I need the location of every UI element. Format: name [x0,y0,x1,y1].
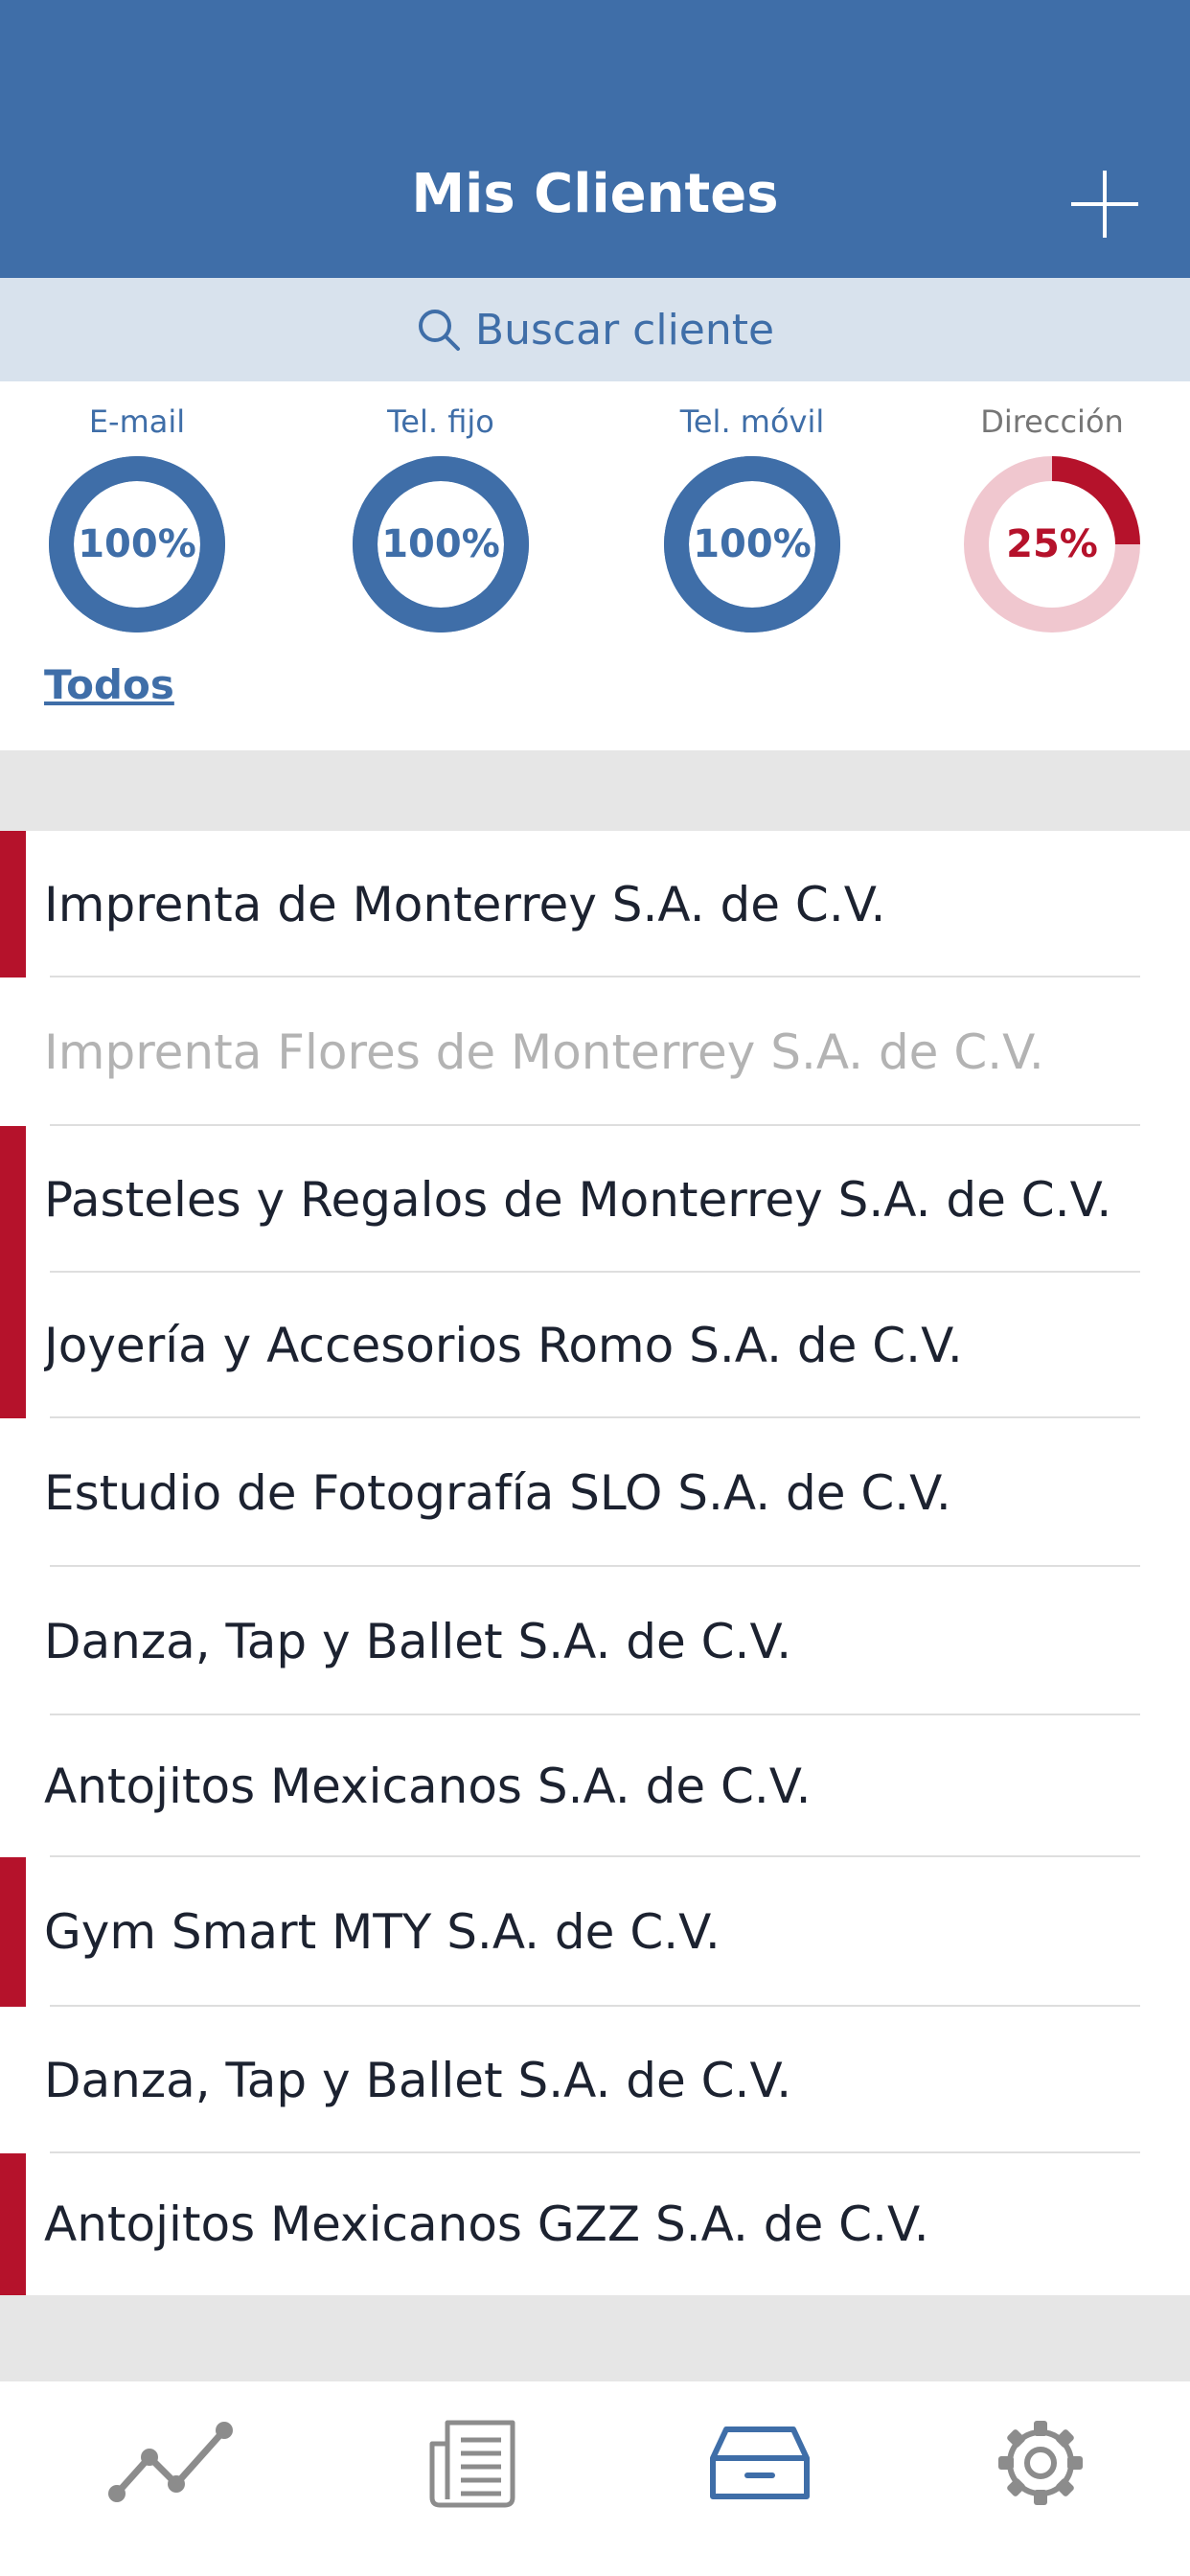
client-name: Estudio de Fotografía SLO S.A. de C.V. [44,1464,951,1521]
search-icon [418,310,460,351]
newspaper-icon [429,2420,515,2508]
stat-donut: 100% [664,456,840,632]
stat-label: E-mail [88,403,186,440]
client-row[interactable]: Gym Smart MTY S.A. de C.V. [0,1857,1190,2007]
stat-value: 100% [78,522,196,566]
client-row[interactable]: Antojitos Mexicanos S.A. de C.V. [0,1715,1190,1857]
client-name: Imprenta Flores de Monterrey S.A. de C.V… [44,1024,1044,1080]
search-input[interactable]: Buscar cliente [0,278,1190,381]
client-row[interactable]: Joyería y Accesorios Romo S.A. de C.V. [0,1273,1190,1418]
client-name: Danza, Tap y Ballet S.A. de C.V. [44,2052,792,2108]
client-row[interactable]: Imprenta de Monterrey S.A. de C.V. [0,831,1190,978]
client-row[interactable]: Estudio de Fotografía SLO S.A. de C.V. [0,1418,1190,1567]
gear-icon [998,2421,1083,2505]
stat-donut: 100% [49,456,225,632]
page-title: Mis Clientes [411,163,779,225]
client-name: Joyería y Accesorios Romo S.A. de C.V. [44,1318,963,1373]
alert-flag [0,1273,26,1418]
client-list: Imprenta de Monterrey S.A. de C.V. Impre… [0,831,1190,2295]
inbox-tray-icon [710,2426,810,2499]
alert-flag [0,831,26,978]
client-name: Gym Smart MTY S.A. de C.V. [44,1904,721,1960]
stat-label: Dirección [980,403,1124,440]
client-row[interactable]: Imprenta Flores de Monterrey S.A. de C.V… [0,978,1190,1126]
stat-tel-movil[interactable]: Tel. móvil 100% [628,401,877,632]
client-row[interactable]: Danza, Tap y Ballet S.A. de C.V. [0,1567,1190,1715]
stat-donut: 100% [353,456,529,632]
stat-value: 25% [1006,522,1098,566]
client-name: Pasteles y Regalos de Monterrey S.A. de … [44,1171,1112,1228]
alert-flag [0,2153,26,2295]
stat-email[interactable]: E-mail 100% [12,401,262,632]
alert-flag [0,1126,26,1273]
completion-stats: E-mail 100% Tel. fijo 100% Tel. móvil 10… [0,381,1190,750]
client-row[interactable]: Antojitos Mexicanos GZZ S.A. de C.V. [0,2153,1190,2295]
client-row[interactable]: Danza, Tap y Ballet S.A. de C.V. [0,2007,1190,2153]
app-header: Mis Clientes [0,0,1190,278]
add-client-button[interactable] [1062,161,1148,247]
tab-news[interactable] [326,2381,623,2544]
stat-tel-fijo[interactable]: Tel. fijo 100% [316,401,565,632]
plus-icon [1071,171,1138,238]
list-footer-spacer [0,2295,1190,2381]
tab-statistics[interactable] [24,2381,321,2544]
stat-value: 100% [381,522,500,566]
client-name: Danza, Tap y Ballet S.A. de C.V. [44,1613,792,1669]
tab-clients[interactable] [611,2381,908,2544]
stat-label: Tel. fijo [387,403,494,440]
stat-direccion[interactable]: Dirección 25% [927,401,1177,632]
tab-settings[interactable] [892,2381,1189,2544]
section-divider [0,750,1190,831]
alert-flag [0,1857,26,2007]
stat-label: Tel. móvil [679,403,825,440]
client-row[interactable]: Pasteles y Regalos de Monterrey S.A. de … [0,1126,1190,1273]
search-bar: Buscar cliente [0,278,1190,381]
client-name: Antojitos Mexicanos GZZ S.A. de C.V. [44,2196,929,2252]
search-placeholder: Buscar cliente [474,305,775,355]
client-name: Imprenta de Monterrey S.A. de C.V. [44,876,886,932]
todos-filter-link[interactable]: Todos [44,661,174,708]
tab-bar [0,2381,1190,2576]
line-chart-icon [108,2422,233,2502]
stat-donut: 25% [964,456,1140,632]
client-name: Antojitos Mexicanos S.A. de C.V. [44,1759,812,1814]
stat-value: 100% [693,522,812,566]
